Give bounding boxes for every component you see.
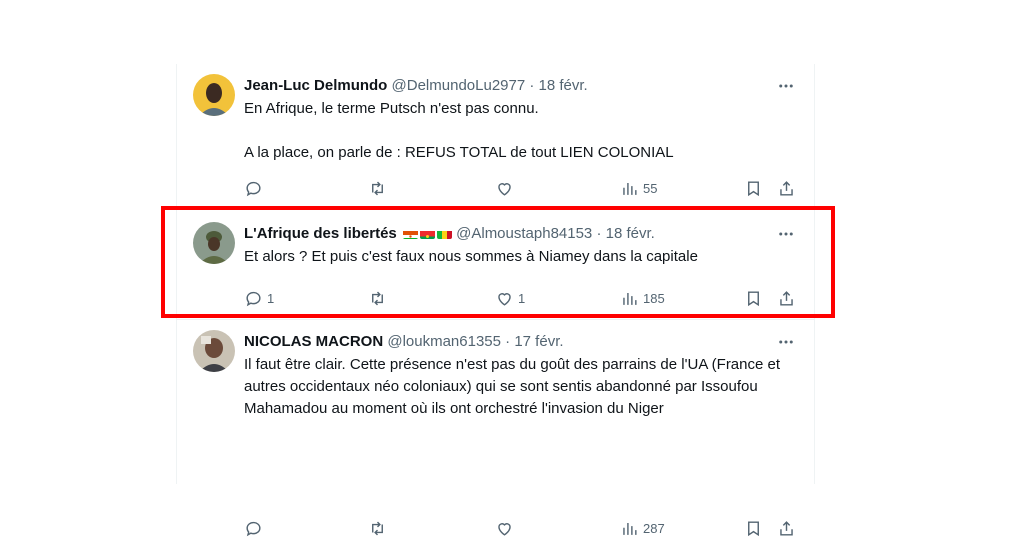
tweet-text: Et alors ? Et puis c'est faux nous somme…: [244, 246, 798, 268]
like-count: 1: [518, 290, 526, 306]
share-button[interactable]: [777, 286, 796, 310]
mali-flag: [436, 228, 452, 239]
more-options-icon[interactable]: [776, 224, 796, 244]
tweet-text: En Afrique, le terme Putsch n'est pas co…: [244, 98, 798, 164]
divider: [177, 207, 814, 208]
reply-button[interactable]: [244, 516, 267, 540]
bookmark-button[interactable]: [744, 286, 763, 310]
bookmark-icon: [748, 180, 759, 196]
views-button[interactable]: 185: [620, 286, 665, 310]
bookmark-icon: [748, 290, 759, 306]
user-handle[interactable]: @Almoustaph84153: [456, 225, 592, 242]
tweet-actions: 1 1 185: [244, 286, 798, 310]
reply-feed: Jean-Luc Delmundo @DelmundoLu2977 · 18 f…: [176, 64, 815, 536]
tweet-header: L'Afrique des libertés @Almoustaph84153 …: [244, 224, 798, 244]
view-count: 185: [643, 290, 665, 306]
views-icon: [623, 292, 637, 305]
bookmark-button[interactable]: [744, 516, 763, 540]
tweet-text-line: Il faut être clair. Cette présence n'est…: [244, 356, 781, 417]
reply-count: 1: [267, 290, 275, 306]
separator: ·: [505, 333, 511, 350]
tweet-date[interactable]: 18 févr.: [539, 77, 588, 94]
more-options-icon[interactable]: [776, 332, 796, 352]
heart-icon: [498, 292, 511, 306]
reply-button[interactable]: 1: [244, 286, 274, 310]
tweet[interactable]: L'Afrique des libertés @Almoustaph84153 …: [177, 210, 814, 310]
retweet-icon: [372, 181, 383, 195]
heart-icon: [498, 522, 511, 536]
tweet[interactable]: Jean-Luc Delmundo @DelmundoLu2977 · 18 f…: [177, 64, 814, 200]
display-name[interactable]: L'Afrique des libertés: [244, 225, 397, 242]
retweet-icon: [372, 521, 383, 535]
view-count: 287: [643, 520, 665, 536]
avatar[interactable]: [193, 330, 235, 372]
tweet[interactable]: NICOLAS MACRON @loukman61355 · 17 févr. …: [177, 322, 814, 536]
tweet-header: NICOLAS MACRON @loukman61355 · 17 févr.: [244, 332, 798, 352]
views-icon: [623, 522, 637, 535]
reply-button[interactable]: [244, 176, 267, 200]
retweet-button[interactable]: [368, 286, 387, 310]
display-name[interactable]: NICOLAS MACRON: [244, 333, 383, 350]
separator: ·: [529, 77, 535, 94]
retweet-icon: [372, 291, 383, 305]
bookmark-icon: [748, 520, 759, 536]
like-button[interactable]: [495, 516, 518, 540]
divider: [177, 319, 814, 320]
tweet-text-line: En Afrique, le terme Putsch n'est pas co…: [244, 100, 539, 117]
views-button[interactable]: 55: [620, 176, 657, 200]
avatar[interactable]: [193, 222, 235, 264]
retweet-button[interactable]: [368, 176, 387, 200]
tweet-date[interactable]: 18 févr.: [606, 225, 655, 242]
more-options-icon[interactable]: [776, 76, 796, 96]
bookmark-button[interactable]: [744, 176, 763, 200]
user-handle[interactable]: @loukman61355: [387, 333, 501, 350]
retweet-button[interactable]: [368, 516, 387, 540]
user-handle[interactable]: @DelmundoLu2977: [392, 77, 526, 94]
tweet-actions: 287: [244, 516, 798, 540]
share-icon: [780, 520, 793, 536]
display-name[interactable]: Jean-Luc Delmundo: [244, 77, 387, 94]
burkina-faso-flag: [419, 228, 435, 239]
share-button[interactable]: [777, 516, 796, 540]
tweet-text-line: A la place, on parle de : REFUS TOTAL de…: [244, 144, 674, 161]
reply-icon: [246, 181, 261, 196]
like-button[interactable]: [495, 176, 518, 200]
heart-icon: [498, 182, 511, 196]
views-button[interactable]: 287: [620, 516, 665, 540]
avatar[interactable]: [193, 74, 235, 116]
views-icon: [623, 182, 637, 195]
separator: ·: [596, 225, 602, 242]
view-count: 55: [643, 180, 658, 196]
tweet-text-line: Et alors ? Et puis c'est faux nous somme…: [244, 248, 698, 265]
share-button[interactable]: [777, 176, 796, 200]
reply-icon: [246, 521, 261, 536]
tweet-text: Il faut être clair. Cette présence n'est…: [244, 354, 798, 420]
share-icon: [780, 290, 793, 306]
tweet-header: Jean-Luc Delmundo @DelmundoLu2977 · 18 f…: [244, 76, 798, 96]
share-icon: [780, 180, 793, 196]
reply-icon: [246, 291, 261, 306]
niger-flag: [402, 228, 418, 239]
tweet-actions: 55: [244, 176, 798, 200]
tweet-date[interactable]: 17 févr.: [514, 333, 563, 350]
like-button[interactable]: 1: [495, 286, 525, 310]
